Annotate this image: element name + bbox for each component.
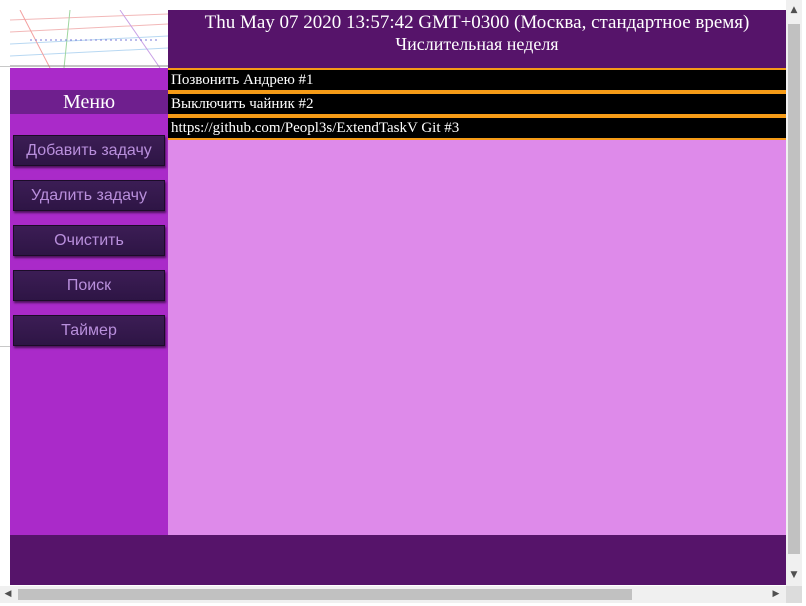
horizontal-scroll-thumb[interactable]	[18, 589, 632, 600]
delete-task-button[interactable]: Удалить задачу	[13, 180, 165, 211]
thumbnail-preview	[10, 10, 168, 68]
backdrop-divider	[0, 66, 10, 67]
task-list: Позвонить Андрею #1 Выключить чайник #2 …	[168, 68, 786, 140]
scrollbar-corner	[786, 586, 802, 603]
task-item[interactable]: Позвонить Андрею #1	[168, 68, 786, 92]
add-task-button[interactable]: Добавить задачу	[13, 135, 165, 166]
horizontal-scrollbar[interactable]: ◀ ▶	[0, 586, 786, 603]
menu-title: Меню	[10, 90, 168, 114]
thumbnail-image	[10, 10, 168, 68]
backdrop-divider	[0, 346, 10, 347]
app-window: Thu May 07 2020 13:57:42 GMT+0300 (Москв…	[10, 10, 786, 585]
header-bar: Thu May 07 2020 13:57:42 GMT+0300 (Москв…	[168, 10, 786, 68]
clear-button[interactable]: Очистить	[13, 225, 165, 256]
sidebar-menu: Меню Добавить задачу Удалить задачу Очис…	[10, 68, 168, 535]
search-button[interactable]: Поиск	[13, 270, 165, 301]
current-date: Thu May 07 2020 13:57:42 GMT+0300 (Москв…	[204, 12, 750, 33]
vertical-scrollbar[interactable]: ▲ ▼	[786, 0, 802, 586]
footer-bar	[10, 535, 786, 585]
vertical-scroll-thumb[interactable]	[788, 24, 800, 554]
scroll-left-icon[interactable]: ◀	[0, 586, 16, 603]
scroll-down-icon[interactable]: ▼	[786, 567, 802, 584]
timer-button[interactable]: Таймер	[13, 315, 165, 346]
task-item[interactable]: https://github.com/Peopl3s/ExtendTaskV G…	[168, 116, 786, 140]
task-item[interactable]: Выключить чайник #2	[168, 92, 786, 116]
week-label: Числительная неделя	[395, 34, 559, 54]
scroll-up-icon[interactable]: ▲	[786, 2, 802, 19]
scroll-right-icon[interactable]: ▶	[768, 586, 784, 603]
